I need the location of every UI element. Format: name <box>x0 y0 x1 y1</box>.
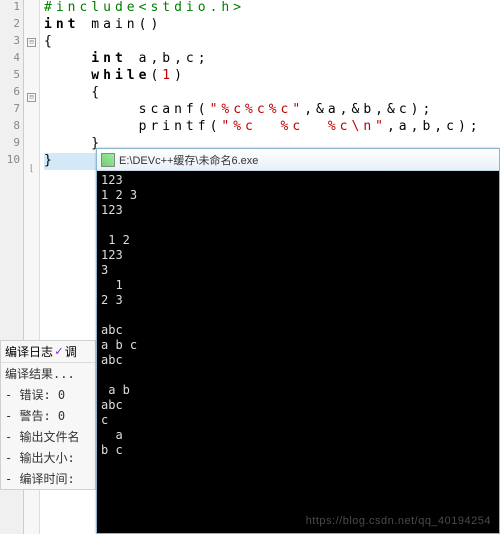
fold-marker <box>24 144 39 161</box>
code-line: { <box>44 34 500 51</box>
code-line: int a,b,c; <box>44 51 500 68</box>
line-number: 5 <box>0 68 23 85</box>
check-icon: ✓ <box>55 344 63 359</box>
warnings-row: - 警告: 0 <box>1 405 95 426</box>
compiler-panel: 编译日志 ✓调 编译结果... - 错误: 0 - 警告: 0 - 输出文件名 … <box>0 340 96 490</box>
code-line: { <box>44 85 500 102</box>
line-number: 4 <box>0 51 23 68</box>
console-title: E:\DEVc++缓存\未命名6.exe <box>119 152 258 168</box>
console-output[interactable]: 123 1 2 3 123 1 2 123 3 1 2 3 abc a b c … <box>97 171 499 533</box>
fold-toggle-icon[interactable]: ⊟ <box>24 93 39 110</box>
errors-row: - 错误: 0 <box>1 384 95 405</box>
output-file-row: - 输出文件名 <box>1 426 95 447</box>
code-line: int main() <box>44 17 500 34</box>
app-icon <box>101 153 115 167</box>
code-line: scanf("%c%c%c",&a,&b,&c); <box>44 102 500 119</box>
fold-marker <box>24 17 39 34</box>
fold-marker <box>24 0 39 17</box>
line-number: 2 <box>0 17 23 34</box>
line-number: 8 <box>0 119 23 136</box>
code-line: printf("%c %c %c\n",a,b,c); <box>44 119 500 136</box>
fold-end-icon: ⌊ <box>24 161 39 178</box>
tab-compile-log[interactable]: 编译日志 ✓调 <box>1 341 95 363</box>
code-line: while(1) <box>44 68 500 85</box>
line-number: 3 <box>0 34 23 51</box>
console-titlebar[interactable]: E:\DEVc++缓存\未命名6.exe <box>97 149 499 171</box>
line-number: 7 <box>0 102 23 119</box>
fold-marker <box>24 72 39 89</box>
fold-marker <box>24 110 39 127</box>
watermark-text: https://blog.csdn.net/qq_40194254 <box>306 515 491 527</box>
line-number: 10 <box>0 153 23 170</box>
line-number: 6 <box>0 85 23 102</box>
compile-time-row: - 编译时间: <box>1 468 95 489</box>
code-line: #include<stdio.h> <box>44 0 500 17</box>
console-window[interactable]: E:\DEVc++缓存\未命名6.exe 123 1 2 3 123 1 2 1… <box>96 148 500 534</box>
output-size-row: - 输出大小: <box>1 447 95 468</box>
line-number: 9 <box>0 136 23 153</box>
fold-marker <box>24 55 39 72</box>
fold-toggle-icon[interactable]: ⊟ <box>24 38 39 55</box>
fold-marker <box>24 127 39 144</box>
compile-result-label: 编译结果... <box>1 363 95 384</box>
line-number: 1 <box>0 0 23 17</box>
